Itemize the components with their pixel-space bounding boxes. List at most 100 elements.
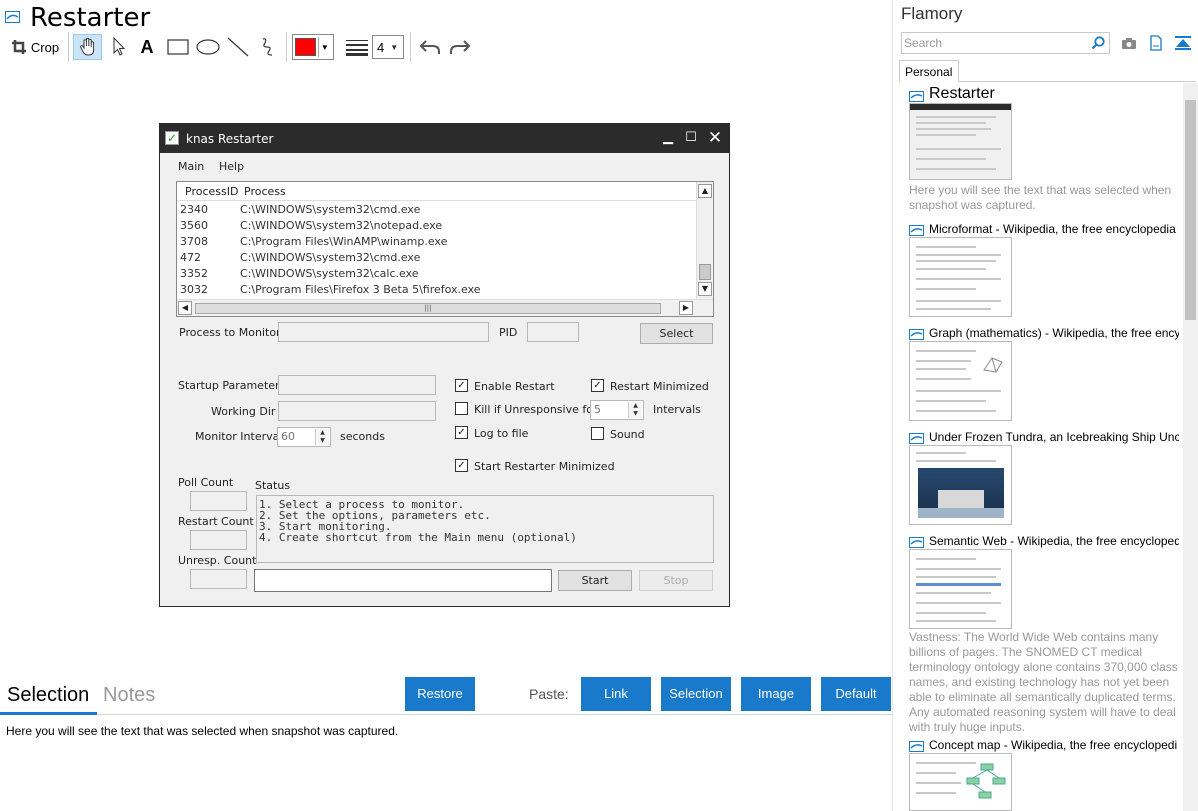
monitor-interval-label: Monitor Interval	[195, 430, 283, 443]
freehand-icon	[262, 38, 273, 56]
snapshot-thumbnail	[909, 103, 1012, 180]
kill-unresponsive-label: Kill if Unresponsive for:	[474, 403, 601, 416]
shot-stop-button: Stop	[639, 570, 713, 591]
status-line: 4. Create shortcut from the Main menu (o…	[259, 531, 577, 544]
process-to-monitor-label: Process to Monitor	[179, 326, 281, 339]
intervals-label: Intervals	[653, 403, 701, 416]
column-process: Process	[244, 185, 286, 198]
rectangle-tool-button[interactable]	[165, 34, 191, 60]
scroll-thumb: |||	[195, 303, 661, 314]
text-tool-button[interactable]: A	[135, 34, 159, 60]
restart-minimized-checkbox: ✓	[591, 379, 604, 392]
line-width-value: 4	[377, 39, 385, 55]
paste-link-button[interactable]: Link	[581, 677, 651, 711]
hand-tool-button[interactable]	[73, 34, 102, 60]
enable-restart-label: Enable Restart	[474, 380, 555, 393]
undo-button[interactable]	[416, 34, 444, 60]
app-check-icon: ✓	[165, 131, 179, 145]
pointer-tool-button[interactable]	[105, 34, 133, 60]
redo-button[interactable]	[446, 34, 474, 60]
paste-selection-button[interactable]: Selection	[661, 677, 731, 711]
line-width-icon	[346, 40, 368, 56]
freehand-tool-button[interactable]	[254, 34, 282, 60]
command-field	[254, 569, 552, 592]
process-list-header: ProcessID Process	[177, 182, 697, 201]
line-icon	[227, 37, 249, 57]
crop-button[interactable]: Crop	[6, 34, 64, 60]
snapshot-description: Here you will see the text that was sele…	[909, 183, 1172, 212]
snapshot-description: Vastness: The World Wide Web contains ma…	[909, 630, 1178, 734]
log-to-file-checkbox: ✓	[455, 426, 468, 439]
hand-icon	[79, 37, 94, 56]
shot-select-button: Select	[640, 323, 713, 344]
minimize-icon: ▁	[663, 130, 673, 145]
chevron-down-icon: ▼	[390, 42, 399, 52]
vertical-scrollbar[interactable]	[1183, 83, 1198, 811]
process-row: 3708 C:\Program Files\WinAMP\winamp.exe	[180, 235, 448, 248]
restore-button[interactable]: Restore	[405, 677, 475, 711]
ellipse-icon	[196, 39, 220, 55]
seconds-label: seconds	[340, 430, 385, 443]
page-title: Restarter	[30, 3, 151, 33]
chevron-down-icon: ▼	[698, 282, 712, 296]
tab-personal[interactable]: Personal	[899, 60, 959, 82]
monitor-interval-field: 60 ▲ ▼	[277, 427, 331, 447]
shot-start-button: Start	[558, 570, 632, 591]
snapshot-icon	[909, 329, 924, 340]
chevron-up-icon: ▲	[698, 184, 712, 198]
kill-intervals-field: 5 ▲ ▼	[590, 400, 644, 420]
line-tool-button[interactable]	[225, 34, 251, 60]
snapshot-image[interactable]: ✓ knas Restarter ▁ ☐ ✕ Main Help Process…	[159, 123, 730, 607]
snapshot-thumbnail	[909, 753, 1012, 811]
search-input[interactable]: Search	[901, 32, 1110, 54]
pointer-icon	[113, 37, 126, 56]
process-list: ProcessID Process 2340 C:\WINDOWS\system3…	[176, 181, 714, 317]
snapshot-icon	[909, 537, 924, 548]
line-width-button[interactable]	[344, 34, 370, 60]
process-to-monitor-field	[278, 322, 489, 342]
color-picker[interactable]: ▼	[292, 34, 334, 60]
search-placeholder: Search	[904, 36, 943, 50]
restart-count-label: Restart Count	[178, 515, 254, 528]
unresp-count-field	[190, 569, 247, 589]
process-row: 3560 C:\WINDOWS\system32\notepad.exe	[180, 219, 443, 232]
flamory-title: Flamory	[901, 4, 963, 23]
snapshot-icon	[909, 91, 924, 102]
column-processid: ProcessID	[185, 185, 239, 198]
snapshot-icon	[5, 11, 20, 23]
ellipse-tool-button[interactable]	[194, 34, 222, 60]
redo-icon	[450, 40, 471, 54]
paste-default-button[interactable]: Default	[821, 677, 891, 711]
collapse-icon[interactable]	[1174, 35, 1192, 51]
document-icon[interactable]	[1147, 35, 1165, 51]
spinner-icon: ▲ ▼	[628, 402, 642, 418]
chevron-right-icon: ▶	[679, 301, 693, 315]
process-row: 472 C:\WINDOWS\system32\cmd.exe	[180, 251, 421, 264]
process-row: 3352 C:\WINDOWS\system32\calc.exe	[180, 267, 419, 280]
paste-label: Paste:	[529, 686, 569, 702]
maximize-icon: ☐	[685, 130, 697, 145]
close-icon: ✕	[707, 128, 723, 148]
snapshot-thumbnail	[909, 341, 1012, 421]
crop-icon	[11, 40, 26, 54]
line-width-select[interactable]: 4 ▼	[372, 35, 404, 59]
unresp-count-label: Unresp. Count	[178, 554, 257, 567]
search-icon	[1091, 36, 1105, 50]
text-icon: A	[140, 36, 154, 57]
log-to-file-label: Log to file	[474, 427, 529, 440]
camera-icon[interactable]	[1120, 35, 1138, 51]
snapshot-title: Graph (mathematics) - Wikipedia, the fre…	[929, 326, 1179, 340]
process-row: 3032 C:\Program Files\Firefox 3 Beta 5\fi…	[180, 283, 481, 296]
scroll-thumb[interactable]	[1185, 100, 1196, 320]
status-box: 1. Select a process to monitor. 2. Set t…	[256, 495, 714, 563]
snapshot-icon	[909, 741, 924, 752]
crop-label: Crop	[30, 39, 60, 55]
shot-menu-help: Help	[219, 160, 245, 173]
paste-image-button[interactable]: Image	[741, 677, 811, 711]
tab-notes[interactable]: Notes	[103, 684, 155, 707]
color-swatch	[295, 38, 316, 56]
tab-selection[interactable]: Selection	[7, 684, 89, 707]
panel-divider	[892, 0, 893, 811]
process-row: 2340 C:\WINDOWS\system32\cmd.exe	[180, 203, 421, 216]
start-minimized-label: Start Restarter Minimized	[474, 460, 615, 473]
